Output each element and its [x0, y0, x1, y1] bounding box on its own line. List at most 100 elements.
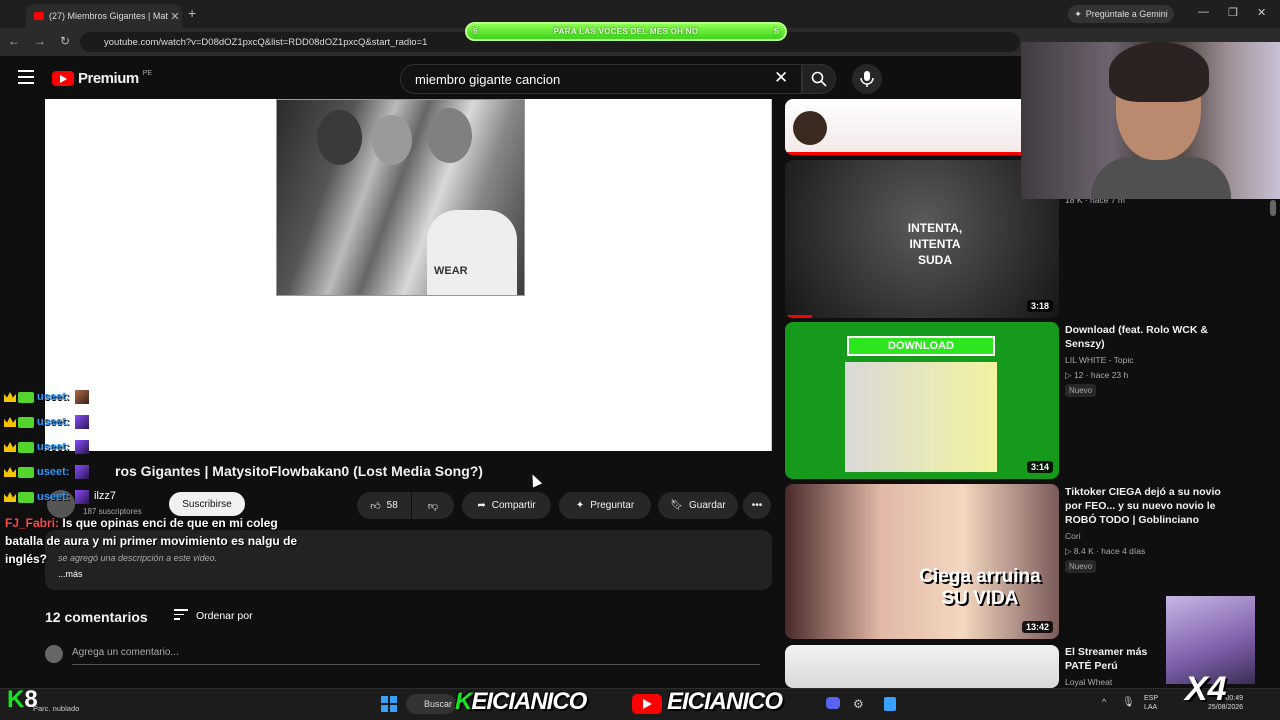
back-icon[interactable]: ← [8, 34, 20, 48]
gemini-button[interactable]: ✦ Pregúntale a Gemini [1068, 5, 1174, 23]
badge-icon [18, 466, 34, 478]
taskbar-search[interactable]: Buscar [406, 694, 456, 714]
badge-icon [18, 416, 34, 428]
notepad-icon[interactable] [884, 697, 896, 711]
video-title: ros Gigantes | MatysitoFlowbakan0 (Lost … [115, 463, 483, 479]
more-actions-button[interactable]: ••• [743, 492, 771, 519]
gemini-icon: ✦ [1074, 8, 1082, 19]
input-language[interactable]: ESP LAA [1144, 694, 1158, 712]
recommendation-channel[interactable]: LIL WHITE - Topic [1065, 355, 1134, 365]
recommendation-title[interactable]: Tiktoker CIEGA dejó a su novio por FEO..… [1065, 485, 1230, 527]
hamburger-menu-icon[interactable] [18, 70, 34, 84]
chat-row: useet: [4, 439, 90, 455]
chat-message-user: FJ_Fabri: [5, 516, 60, 530]
new-tab-icon[interactable]: + [188, 5, 196, 21]
save-button[interactable]: 🔖︎ Guardar [658, 492, 738, 519]
nav-buttons: ← → ↻ [8, 34, 70, 48]
thumbs-down-icon: 👎︎ [427, 500, 439, 512]
sort-icon [174, 609, 188, 623]
thumbnail-text: INTENTA, INTENTA SUDA [907, 221, 963, 267]
duration-badge: 13:42 [1021, 621, 1053, 633]
new-badge: Nuevo [1065, 384, 1097, 397]
gemini-label: Pregúntale a Gemini [1085, 9, 1168, 19]
sort-comments-button[interactable]: Ordenar por [174, 609, 253, 623]
thumbs-up-icon: 👍︎ [370, 500, 381, 512]
thumbnail-text: Ciega arruina SU VIDA [919, 566, 1041, 609]
badge-icon [18, 491, 34, 503]
bookmark-icon: 🔖︎ [670, 500, 683, 511]
banner-text: PARA LAS VOCES DEL MES OH NO [553, 27, 699, 36]
ask-button[interactable]: ✦ Preguntar [559, 492, 651, 519]
emote-icon [75, 465, 90, 479]
overlay-multiplier: X4 [1185, 670, 1227, 708]
duration-badge: 3:18 [1026, 300, 1053, 312]
maximize-icon[interactable]: ❐ [1228, 6, 1238, 19]
user-avatar [45, 645, 63, 663]
thumbnail-text: DOWNLOAD [847, 336, 995, 356]
recommendation-channel[interactable]: Cori [1065, 531, 1081, 541]
sparkle-icon: ✦ [575, 500, 585, 511]
crown-icon [4, 442, 16, 452]
discord-icon[interactable] [826, 697, 840, 709]
recommendation-thumbnail[interactable]: DOWNLOAD 3:14 [785, 322, 1059, 479]
crown-icon [4, 467, 16, 477]
stream-alert-banner: 5 PARA LAS VOCES DEL MES OH NO 5 [465, 22, 787, 41]
like-button[interactable]: 👍︎ 58 [357, 492, 411, 519]
emote-icon [75, 390, 90, 404]
k-logo-icon: K [7, 686, 25, 713]
webcam-overlay [1021, 42, 1280, 199]
minimize-icon[interactable]: — [1198, 6, 1209, 18]
windows-start-icon[interactable] [381, 696, 397, 712]
channel-name[interactable]: ilzz7 [94, 490, 116, 502]
share-button[interactable]: ➦ Compartir [462, 492, 551, 519]
recommendation-thumbnail[interactable]: Ciega arruina SU VIDA 13:42 [785, 484, 1059, 639]
chat-row: useet: [4, 489, 90, 505]
share-icon: ➦ [477, 500, 486, 511]
url-text: youtube.com/watch?v=D08dOZ1pxcQ&list=RDD… [104, 36, 428, 48]
streamer-name-overlay: KEICIANICO [455, 688, 587, 715]
recommendation-channel[interactable]: Loyal Wheat [1065, 677, 1112, 687]
search-button[interactable] [802, 64, 836, 94]
recommendation-title[interactable]: Download (feat. Rolo WCK & Senszy) [1065, 323, 1230, 351]
sort-label: Ordenar por [196, 609, 253, 622]
sidebar-scrollbar[interactable] [1270, 200, 1276, 216]
recommendation-thumbnail[interactable] [785, 99, 1059, 155]
microphone-tray-icon[interactable]: 🎙︎ [1122, 697, 1135, 708]
emote-icon [75, 490, 90, 504]
recommendation-thumbnail[interactable] [785, 645, 1059, 688]
chat-row: useet: [4, 414, 90, 430]
channel-logo-icon [793, 111, 827, 145]
banner-right-number: 5 [774, 27, 779, 36]
microphone-icon [860, 71, 874, 87]
comment-input[interactable]: Agrega un comentario... [72, 647, 760, 665]
search-query: miembro gigante cancion [415, 71, 561, 87]
tray-chevron-icon[interactable]: ^ [1102, 697, 1106, 707]
tab-title: (27) Miembros Gigantes | Maty [49, 11, 168, 21]
steam-icon[interactable]: ⚙ [853, 697, 864, 711]
banner-left-number: 5 [473, 27, 478, 36]
voice-search-button[interactable] [852, 64, 882, 94]
browser-tab[interactable]: (27) Miembros Gigantes | Maty ✕ [26, 4, 182, 28]
watched-progress [785, 152, 1059, 155]
search-icon [811, 71, 827, 87]
subscribe-button[interactable]: Suscribirse [169, 492, 245, 516]
crown-icon [4, 417, 16, 427]
weather-text: Parc. nublado [33, 704, 80, 713]
search-input[interactable]: miembro gigante cancion [400, 64, 802, 94]
dislike-button[interactable]: 👎︎ [412, 492, 454, 519]
emote-icon [75, 440, 90, 454]
recommendation-title[interactable]: El Streamer más PATÉ Perú [1065, 645, 1170, 673]
recommendation-thumbnail[interactable]: INTENTA, INTENTA SUDA 3:18 [785, 160, 1059, 318]
forward-icon[interactable]: → [34, 34, 46, 48]
shirt-text: WEAR [434, 265, 468, 277]
description-more-link[interactable]: ...más [58, 569, 83, 579]
youtube-premium-logo[interactable]: Premium PE [52, 70, 152, 87]
youtube-play-icon [52, 71, 74, 86]
recommendation-meta: ▷ 8.4 K · hace 4 días [1065, 546, 1146, 556]
youtube-favicon-icon [34, 12, 44, 20]
ask-label: Preguntar [590, 500, 635, 511]
close-tab-icon[interactable]: ✕ [168, 10, 182, 23]
reload-icon[interactable]: ↻ [60, 34, 70, 48]
close-window-icon[interactable]: ✕ [1257, 6, 1266, 19]
clear-search-icon[interactable]: ✕ [774, 68, 788, 88]
